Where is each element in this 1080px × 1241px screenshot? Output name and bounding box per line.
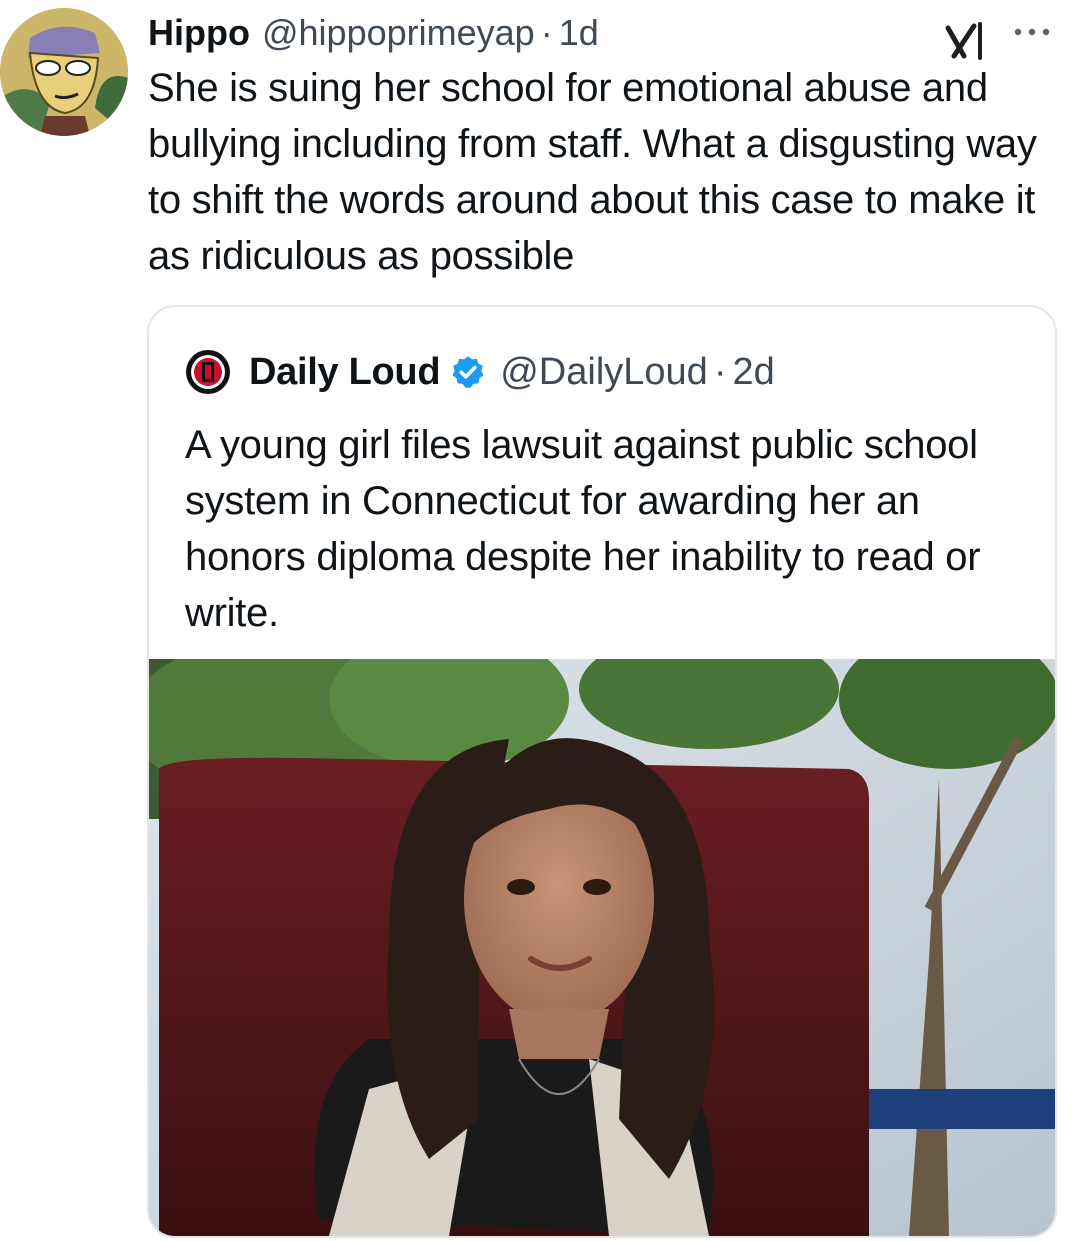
separator-dot: · bbox=[540, 12, 553, 53]
grok-icon[interactable] bbox=[944, 22, 992, 62]
quoted-tweet-header: Daily Loud @DailyLoud · 2d bbox=[185, 347, 775, 397]
author-name[interactable]: Hippo bbox=[148, 12, 250, 54]
author-avatar[interactable] bbox=[0, 8, 128, 136]
quoted-tweet-time[interactable]: 2d bbox=[732, 351, 774, 394]
quoted-tweet-text: A young girl files lawsuit against publi… bbox=[185, 423, 981, 635]
quoted-author-handle[interactable]: @DailyLoud bbox=[500, 351, 708, 394]
separator-dot: · bbox=[713, 350, 727, 393]
author-handle[interactable]: @hippoprimeyap bbox=[262, 12, 535, 54]
tweet-header: Hippo @hippoprimeyap · 1d bbox=[148, 8, 599, 58]
tweet-text: She is suing her school for emotional ab… bbox=[148, 66, 1037, 278]
daily-loud-logo-icon[interactable] bbox=[185, 349, 231, 395]
tweet-time[interactable]: 1d bbox=[559, 12, 599, 54]
verified-badge-icon bbox=[452, 356, 484, 388]
quoted-author-name[interactable]: Daily Loud bbox=[249, 351, 441, 394]
quoted-tweet-card[interactable]: Daily Loud @DailyLoud · 2d A young girl … bbox=[147, 305, 1057, 1238]
interview-photo-image bbox=[149, 659, 1055, 1236]
more-icon[interactable] bbox=[1010, 20, 1054, 44]
cartoon-avatar-icon bbox=[0, 8, 128, 136]
quoted-tweet-photo[interactable] bbox=[149, 659, 1055, 1236]
